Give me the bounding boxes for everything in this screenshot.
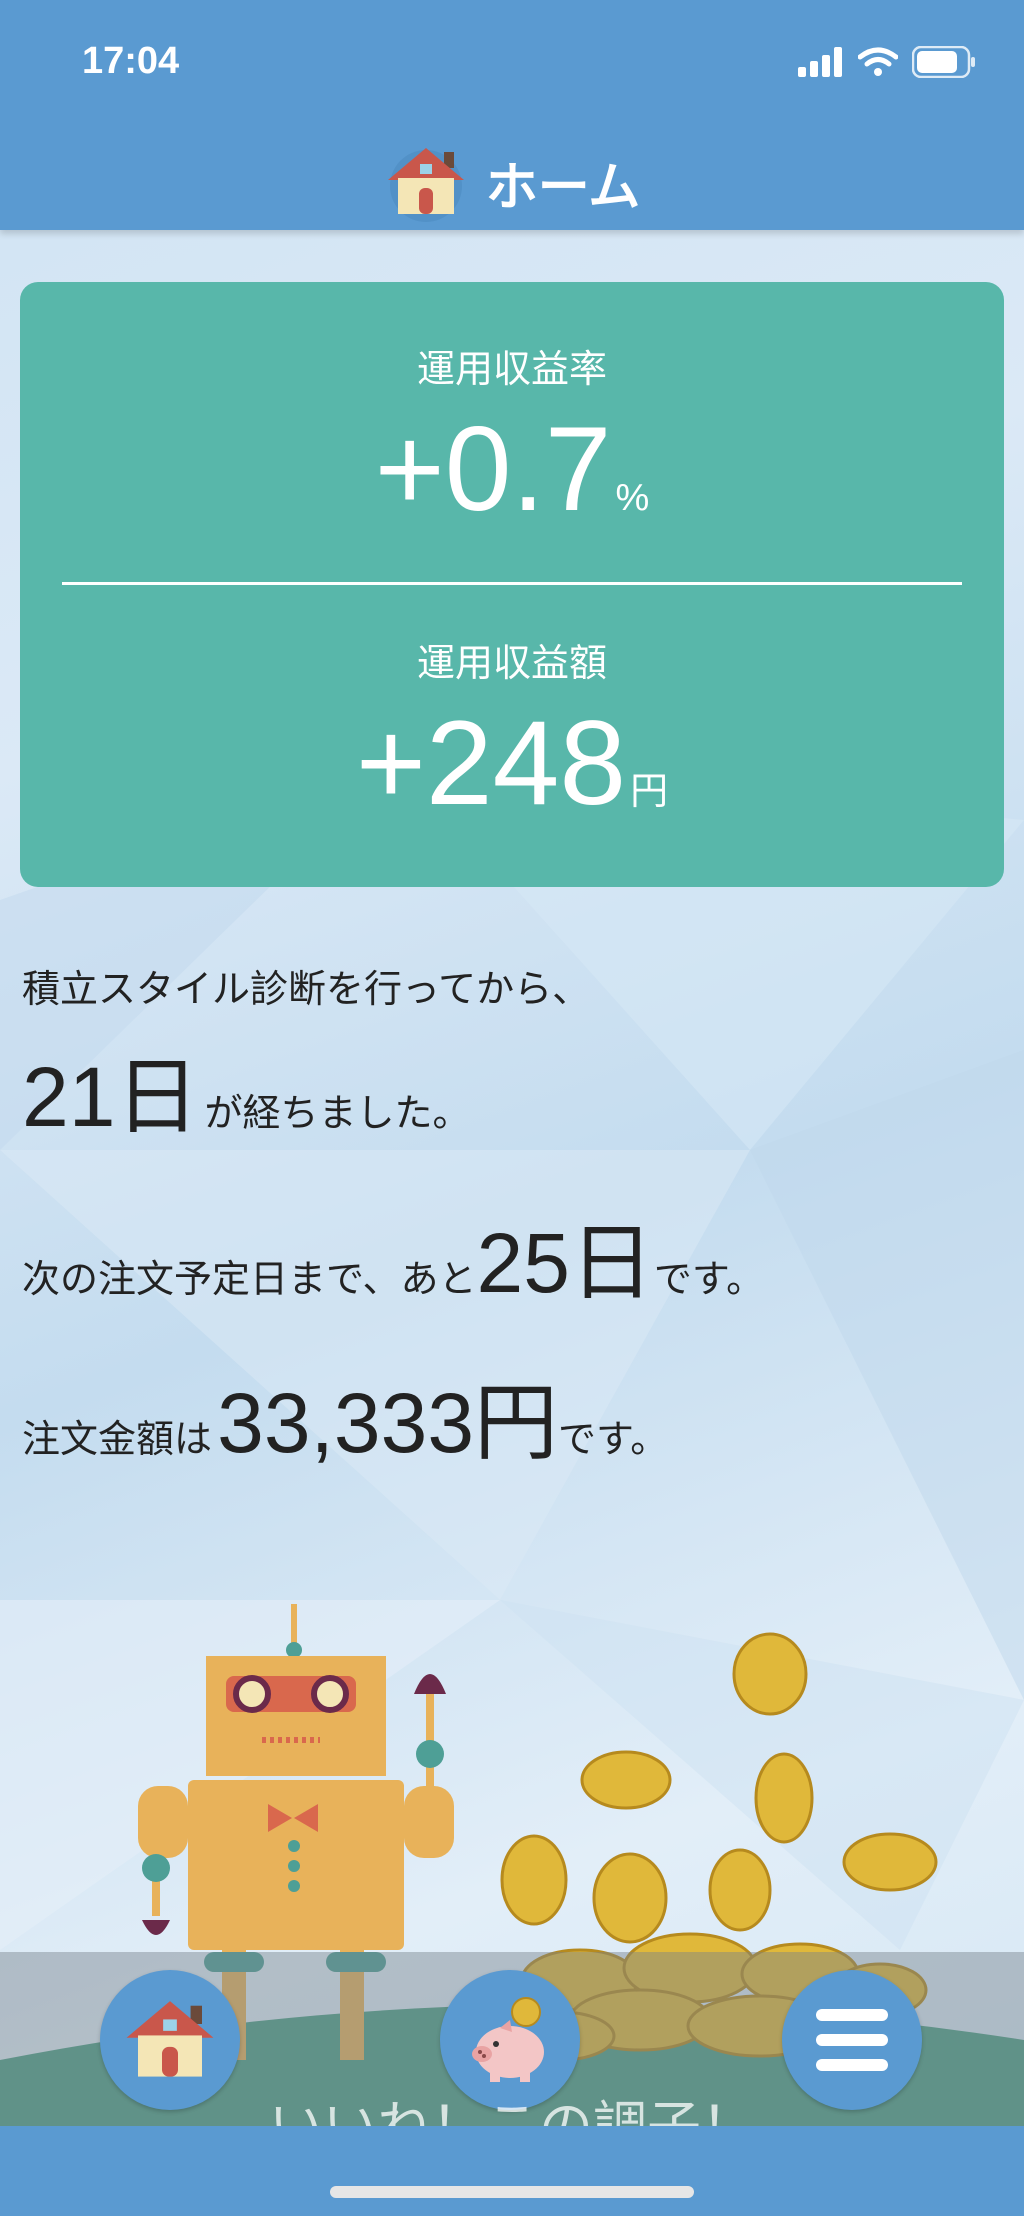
menu-icon [816, 2009, 888, 2071]
wifi-icon [858, 47, 898, 76]
amount-value-group: +248 円 [20, 694, 1004, 832]
next-order-prefix: 次の注文予定日まで、あと [22, 1257, 477, 1301]
status-icons [798, 46, 976, 78]
status-time: 17:04 [82, 40, 180, 82]
rate-value: +0.7 [374, 402, 612, 536]
amount-label: 運用収益額 [416, 641, 607, 685]
info-line-1: 積立スタイル診断を行ってから、 [22, 958, 590, 1013]
footer-bar [0, 2126, 1024, 2216]
piggy-bank-icon [472, 1997, 544, 2082]
amount-value: +248 [355, 696, 627, 830]
next-order-suffix: です。 [653, 1257, 765, 1301]
days-elapsed-suffix: が経ちました。 [204, 1091, 471, 1135]
home-indicator[interactable] [330, 2186, 694, 2198]
info-line-3: 次の注文予定日まで、あと25日です。 [22, 1196, 764, 1317]
days-elapsed: 21日 [22, 1050, 200, 1144]
amount-unit: 円 [630, 771, 669, 813]
rate-label: 運用収益率 [416, 347, 607, 391]
signal-icon [798, 47, 842, 77]
divider [62, 582, 962, 585]
next-order-days: 25日 [476, 1216, 654, 1310]
top-bar: 17:04 ホーム [0, 0, 1024, 230]
order-amount-suffix: です。 [558, 1417, 669, 1461]
order-amount: 33,333円 [217, 1376, 559, 1470]
info-line-2: 21日 が経ちました。 [22, 1030, 471, 1151]
summary-card: 運用収益率 +0.7% 運用収益額 +248 円 [20, 282, 1004, 887]
rate-value-group: +0.7% [20, 400, 1004, 538]
header: ホーム [0, 140, 1024, 224]
house-icon [387, 148, 464, 222]
page-title: ホーム [485, 157, 641, 218]
house-icon [126, 2001, 214, 2077]
order-amount-prefix: 注文金額は [22, 1417, 213, 1461]
rate-unit: % [615, 477, 650, 519]
battery-icon [912, 46, 975, 78]
info-line-4: 注文金額は 33,333円です。 [22, 1356, 668, 1477]
diagnosis-text: 積立スタイル診断を行ってから、 [22, 967, 591, 1011]
